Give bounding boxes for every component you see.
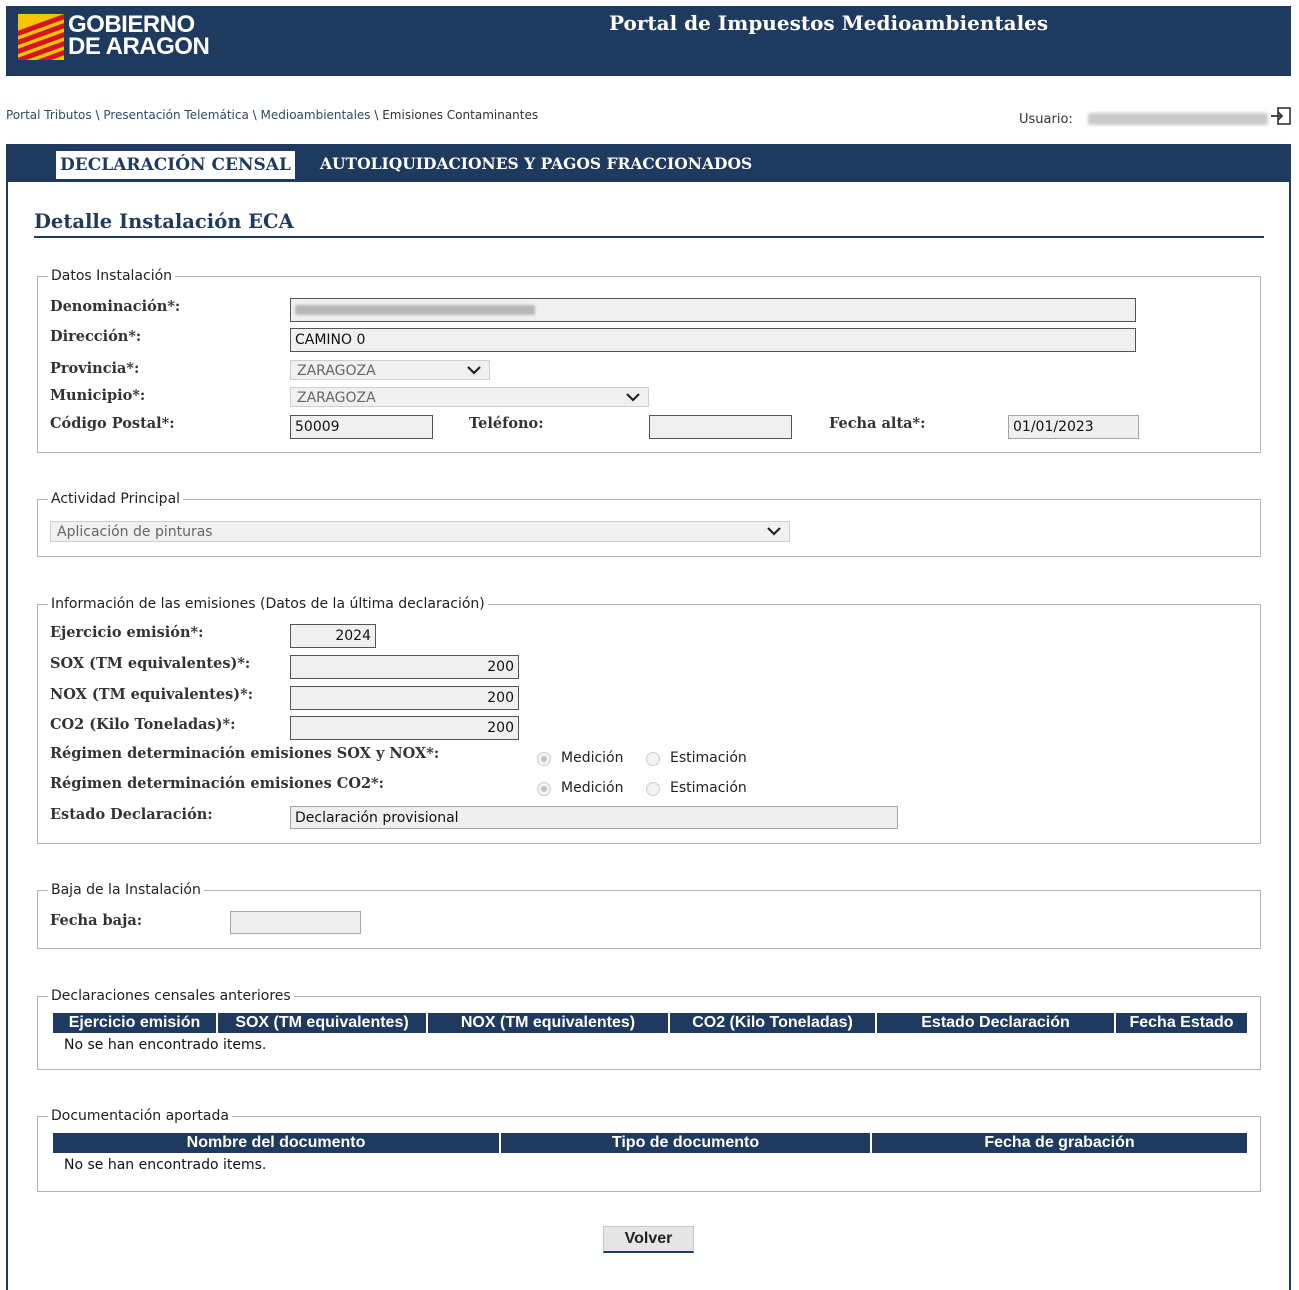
fecha-baja-field[interactable] bbox=[230, 911, 361, 934]
breadcrumb: Portal Tributos \ Presentación Telemátic… bbox=[6, 108, 539, 122]
direccion-field[interactable]: CAMINO 0 bbox=[290, 328, 1136, 352]
legend-datos-instalacion: Datos Instalación bbox=[48, 267, 176, 285]
fieldset-baja: Baja de la Instalación bbox=[37, 881, 1261, 949]
radio-sox-nox-estimacion[interactable] bbox=[646, 752, 660, 766]
label-nox: NOX (TM equivalentes)*: bbox=[50, 686, 254, 703]
label-codigo-postal: Código Postal*: bbox=[50, 415, 175, 432]
legend-baja: Baja de la Instalación bbox=[48, 881, 204, 899]
column-header[interactable]: NOX (TM equivalentes) bbox=[428, 1013, 670, 1033]
column-header[interactable]: Tipo de documento bbox=[501, 1133, 872, 1153]
radio-sox-nox-medicion[interactable] bbox=[537, 752, 551, 766]
radio-co2-medicion[interactable] bbox=[537, 782, 551, 796]
label-sox: SOX (TM equivalentes)*: bbox=[50, 655, 251, 672]
column-header[interactable]: SOX (TM equivalentes) bbox=[218, 1013, 428, 1033]
municipio-value: ZARAGOZA bbox=[297, 390, 376, 406]
column-header[interactable]: Fecha de grabación bbox=[872, 1133, 1247, 1153]
tab-declaracion-censal[interactable]: DECLARACIÓN CENSAL bbox=[55, 150, 296, 180]
breadcrumb-medioambientales[interactable]: Medioambientales bbox=[261, 108, 371, 122]
logo-text[interactable]: GOBIERNO DE ARAGON bbox=[68, 13, 210, 60]
user-label: Usuario: bbox=[1019, 112, 1073, 127]
legend-documentacion: Documentación aportada bbox=[48, 1107, 232, 1125]
user-name-redacted bbox=[1088, 113, 1268, 125]
label-estado-declaracion: Estado Declaración: bbox=[50, 806, 213, 823]
legend-declaraciones: Declaraciones censales anteriores bbox=[48, 987, 294, 1005]
provincia-select[interactable]: ZARAGOZA bbox=[290, 360, 490, 380]
radio-co2-estimacion-label: Estimación bbox=[670, 780, 747, 796]
documentacion-empty-message: No se han encontrado items. bbox=[64, 1157, 267, 1173]
tab-autoliquidaciones[interactable]: AUTOLIQUIDACIONES Y PAGOS FRACCIONADOS bbox=[320, 154, 752, 173]
breadcrumb-current: Emisiones Contaminantes bbox=[382, 108, 539, 122]
radio-co2-medicion-label: Medición bbox=[561, 780, 624, 796]
legend-actividad-principal: Actividad Principal bbox=[48, 490, 184, 508]
chevron-down-icon bbox=[767, 527, 781, 536]
label-direccion: Dirección*: bbox=[50, 328, 142, 345]
column-header[interactable]: Ejercicio emisión bbox=[53, 1013, 218, 1033]
actividad-select[interactable]: Aplicación de pinturas bbox=[50, 521, 790, 542]
nox-field[interactable]: 200 bbox=[290, 686, 519, 710]
label-co2: CO2 (Kilo Toneladas)*: bbox=[50, 716, 236, 733]
provincia-value: ZARAGOZA bbox=[297, 363, 376, 379]
fecha-alta-field[interactable]: 01/01/2023 bbox=[1008, 415, 1139, 439]
column-header[interactable]: Fecha Estado bbox=[1116, 1013, 1247, 1033]
telefono-field[interactable] bbox=[649, 415, 792, 439]
declaraciones-empty-message: No se han encontrado items. bbox=[64, 1037, 267, 1053]
label-provincia: Provincia*: bbox=[50, 360, 140, 377]
co2-field[interactable]: 200 bbox=[290, 716, 519, 740]
column-header[interactable]: Nombre del documento bbox=[53, 1133, 501, 1153]
codigo-postal-field[interactable]: 50009 bbox=[290, 415, 433, 439]
municipio-select[interactable]: ZARAGOZA bbox=[290, 387, 649, 407]
chevron-down-icon bbox=[467, 366, 481, 375]
label-telefono: Teléfono: bbox=[469, 415, 544, 432]
sox-field[interactable]: 200 bbox=[290, 655, 519, 679]
page-title: Detalle Instalación ECA bbox=[34, 210, 294, 233]
column-header[interactable]: Estado Declaración bbox=[877, 1013, 1116, 1033]
label-regimen-sox-nox: Régimen determinación emisiones SOX y NO… bbox=[50, 745, 440, 762]
label-regimen-co2: Régimen determinación emisiones CO2*: bbox=[50, 775, 384, 792]
column-header[interactable]: CO2 (Kilo Toneladas) bbox=[670, 1013, 877, 1033]
title-divider bbox=[34, 236, 1264, 238]
breadcrumb-presentacion-telematica[interactable]: Presentación Telemática bbox=[103, 108, 249, 122]
volver-button[interactable]: Volver bbox=[603, 1226, 694, 1253]
breadcrumb-portal-tributos[interactable]: Portal Tributos bbox=[6, 108, 92, 122]
logout-icon[interactable] bbox=[1270, 106, 1292, 126]
actividad-value: Aplicación de pinturas bbox=[57, 524, 213, 540]
portal-title: Portal de Impuestos Medioambientales bbox=[609, 11, 1049, 35]
estado-declaracion-field[interactable]: Declaración provisional bbox=[290, 806, 898, 829]
radio-sox-nox-medicion-label: Medición bbox=[561, 750, 624, 766]
documentacion-table-header: Nombre del documento Tipo de documento F… bbox=[53, 1133, 1247, 1153]
radio-co2-estimacion[interactable] bbox=[646, 782, 660, 796]
label-fecha-baja: Fecha baja: bbox=[50, 912, 143, 929]
label-ejercicio: Ejercicio emisión*: bbox=[50, 624, 204, 641]
label-fecha-alta: Fecha alta*: bbox=[829, 415, 926, 432]
declaraciones-table-header: Ejercicio emisión SOX (TM equivalentes) … bbox=[53, 1013, 1247, 1033]
logo-line-2: DE ARAGON bbox=[68, 33, 210, 60]
radio-sox-nox-estimacion-label: Estimación bbox=[670, 750, 747, 766]
legend-emisiones: Información de las emisiones (Datos de l… bbox=[48, 595, 488, 613]
fieldset-documentacion: Documentación aportada bbox=[37, 1107, 1261, 1192]
chevron-down-icon bbox=[626, 393, 640, 402]
aragon-flag-icon bbox=[18, 14, 64, 60]
denominacion-field[interactable] bbox=[290, 298, 1136, 322]
label-denominacion: Denominación*: bbox=[50, 298, 181, 315]
ejercicio-field[interactable]: 2024 bbox=[290, 624, 376, 648]
label-municipio: Municipio*: bbox=[50, 387, 146, 404]
fieldset-declaraciones-anteriores: Declaraciones censales anteriores bbox=[37, 987, 1261, 1070]
denominacion-value-redacted bbox=[295, 305, 535, 315]
